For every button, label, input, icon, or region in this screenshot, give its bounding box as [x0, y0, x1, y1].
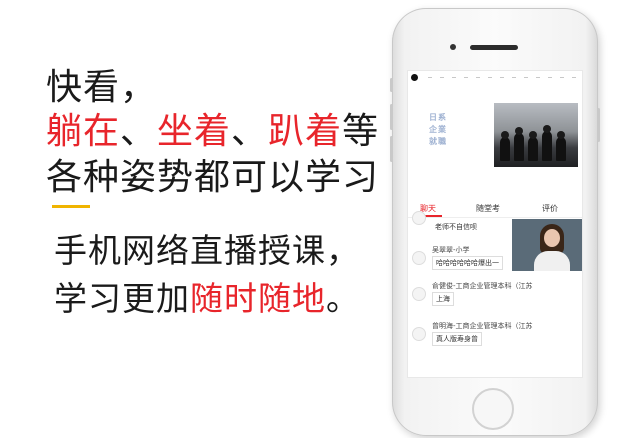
- teacher-face: [544, 229, 560, 247]
- banner-text: 日系 企業 就職: [429, 113, 447, 146]
- chat-username: 曾明海-工商企业管理本科（江苏: [432, 322, 533, 330]
- headline-sep-2: 、: [231, 111, 269, 152]
- headline-red-sitting: 坐着: [157, 111, 232, 152]
- headline-red-lying: 躺在: [46, 111, 121, 152]
- tab-bar: 聊天 随堂考 评价: [408, 201, 582, 218]
- headline-line3: 各种姿势都可以学习: [46, 157, 380, 198]
- teacher-video-window[interactable]: [512, 219, 582, 271]
- tab-quiz[interactable]: 随堂考: [476, 203, 500, 214]
- teacher-body: [534, 251, 570, 271]
- chat-username: 俞健俊-工商企业管理本科（江苏: [432, 282, 533, 290]
- phone-power-button: [597, 108, 600, 142]
- headline-line1: 快看，: [46, 67, 158, 108]
- speaker-grille: [470, 45, 518, 50]
- classroom-photo: [494, 103, 578, 167]
- phone-volume-down: [390, 136, 393, 162]
- chat-message: 老师不自信呗: [432, 221, 480, 233]
- avatar: [412, 327, 426, 341]
- screen-topbar: [408, 71, 582, 85]
- camera-icon: [450, 44, 456, 50]
- phone-side-button: [390, 78, 393, 92]
- tab-review[interactable]: 评价: [542, 203, 558, 214]
- subhead-line1: 手机网络直播授课，: [54, 231, 360, 270]
- subhead-start: 学习更加: [54, 279, 190, 318]
- back-icon[interactable]: [411, 74, 418, 81]
- home-button[interactable]: [472, 388, 514, 430]
- phone-mockup: 日系 企業 就職 聊天 随堂考 评价 老师不自信呗 吴翠翠-小学 哈哈哈哈哈哈爆…: [390, 8, 600, 436]
- course-banner: 日系 企業 就職: [408, 87, 582, 177]
- headline-sep-1: 、: [120, 111, 158, 152]
- topbar-dots: [428, 77, 578, 78]
- subhead-line2: 学习更加随时随地。: [54, 280, 360, 318]
- phone-screen: 日系 企業 就職 聊天 随堂考 评价 老师不自信呗 吴翠翠-小学 哈哈哈哈哈哈爆…: [407, 70, 583, 378]
- headline-line2: 躺在、坐着、趴着等: [46, 112, 379, 152]
- chat-message: 哈哈哈哈哈哈爆出一: [432, 256, 503, 270]
- avatar: [412, 287, 426, 301]
- headline-tail: 等: [342, 111, 380, 152]
- divider: [52, 205, 90, 208]
- chat-message: 上海: [432, 292, 454, 306]
- phone-volume-up: [390, 104, 393, 130]
- avatar: [412, 251, 426, 265]
- chat-message: 真人版寿身曾: [432, 332, 482, 346]
- subhead-red: 随时随地: [190, 279, 326, 318]
- subhead-end: 。: [326, 279, 360, 318]
- chat-username: 吴翠翠-小学: [432, 246, 470, 254]
- avatar: [412, 211, 426, 225]
- headline-red-prone: 趴着: [268, 111, 343, 152]
